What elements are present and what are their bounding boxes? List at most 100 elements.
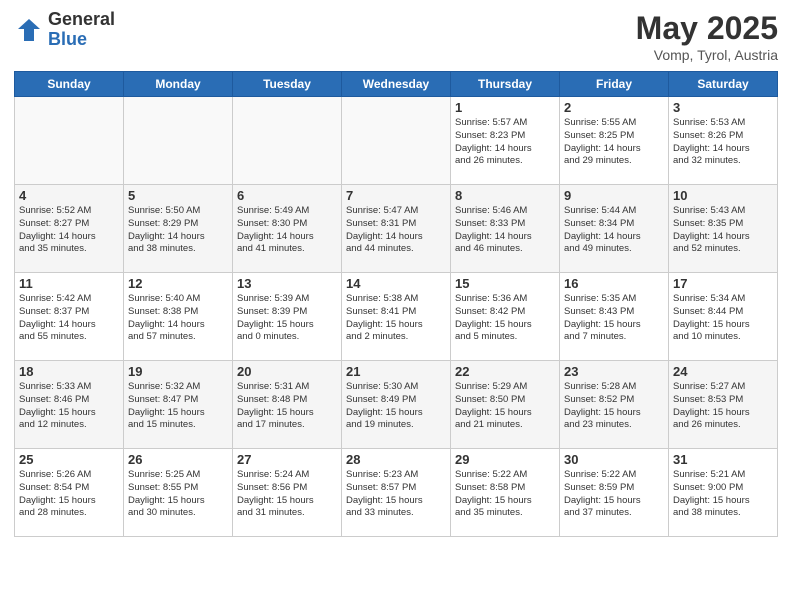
day-info: Sunrise: 5:35 AM Sunset: 8:43 PM Dayligh… (564, 293, 664, 344)
day-number: 26 (128, 452, 228, 467)
day-number: 3 (673, 100, 773, 115)
day-of-week-header: Friday (560, 72, 669, 97)
day-info: Sunrise: 5:36 AM Sunset: 8:42 PM Dayligh… (455, 293, 555, 344)
day-info: Sunrise: 5:43 AM Sunset: 8:35 PM Dayligh… (673, 205, 773, 256)
day-number: 20 (237, 364, 337, 379)
day-of-week-header: Tuesday (233, 72, 342, 97)
day-number: 22 (455, 364, 555, 379)
calendar-cell: 18Sunrise: 5:33 AM Sunset: 8:46 PM Dayli… (15, 361, 124, 449)
calendar-cell: 21Sunrise: 5:30 AM Sunset: 8:49 PM Dayli… (342, 361, 451, 449)
day-info: Sunrise: 5:42 AM Sunset: 8:37 PM Dayligh… (19, 293, 119, 344)
day-info: Sunrise: 5:53 AM Sunset: 8:26 PM Dayligh… (673, 117, 773, 168)
day-info: Sunrise: 5:52 AM Sunset: 8:27 PM Dayligh… (19, 205, 119, 256)
calendar-cell (124, 97, 233, 185)
day-number: 30 (564, 452, 664, 467)
calendar-cell: 14 Sunrise: 5:38 AM Sunset: 8:41 PM Dayli… (342, 273, 451, 361)
calendar-cell: 2 Sunrise: 5:55 AM Sunset: 8:25 PM Daylig… (560, 97, 669, 185)
calendar-cell: 25Sunrise: 5:26 AM Sunset: 8:54 PM Dayli… (15, 449, 124, 537)
calendar-cell: 29Sunrise: 5:22 AM Sunset: 8:58 PM Dayli… (451, 449, 560, 537)
day-number: 2 (564, 100, 664, 115)
day-number: 31 (673, 452, 773, 467)
day-number: 28 (346, 452, 446, 467)
calendar-week-row: 1 Sunrise: 5:57 AM Sunset: 8:23 PM Daylig… (15, 97, 778, 185)
day-number: 8 (455, 188, 555, 203)
title-area: May 2025 Vomp, Tyrol, Austria (636, 10, 778, 63)
day-info: Sunrise: 5:23 AM Sunset: 8:57 PM Dayligh… (346, 469, 446, 520)
day-info: Sunrise: 5:49 AM Sunset: 8:30 PM Dayligh… (237, 205, 337, 256)
calendar-week-row: 25Sunrise: 5:26 AM Sunset: 8:54 PM Dayli… (15, 449, 778, 537)
day-info: Sunrise: 5:32 AM Sunset: 8:47 PM Dayligh… (128, 381, 228, 432)
calendar-cell: 31 Sunrise: 5:21 AM Sunset: 9:00 PM Dayli… (669, 449, 778, 537)
calendar-cell: 9 Sunrise: 5:44 AM Sunset: 8:34 PM Daylig… (560, 185, 669, 273)
day-info: Sunrise: 5:44 AM Sunset: 8:34 PM Dayligh… (564, 205, 664, 256)
day-info: Sunrise: 5:28 AM Sunset: 8:52 PM Dayligh… (564, 381, 664, 432)
month-title: May 2025 (636, 10, 778, 47)
calendar-cell: 26 Sunrise: 5:25 AM Sunset: 8:55 PM Dayli… (124, 449, 233, 537)
day-number: 9 (564, 188, 664, 203)
day-info: Sunrise: 5:21 AM Sunset: 9:00 PM Dayligh… (673, 469, 773, 520)
calendar-cell: 19Sunrise: 5:32 AM Sunset: 8:47 PM Dayli… (124, 361, 233, 449)
calendar-cell (342, 97, 451, 185)
day-number: 14 (346, 276, 446, 291)
logo: General Blue (14, 10, 115, 50)
day-number: 29 (455, 452, 555, 467)
logo-icon (14, 15, 44, 45)
location: Vomp, Tyrol, Austria (636, 47, 778, 63)
day-number: 7 (346, 188, 446, 203)
calendar-cell: 27Sunrise: 5:24 AM Sunset: 8:56 PM Dayli… (233, 449, 342, 537)
calendar-cell: 11Sunrise: 5:42 AM Sunset: 8:37 PM Dayli… (15, 273, 124, 361)
day-of-week-header: Wednesday (342, 72, 451, 97)
day-number: 10 (673, 188, 773, 203)
calendar-cell: 10 Sunrise: 5:43 AM Sunset: 8:35 PM Dayli… (669, 185, 778, 273)
day-number: 1 (455, 100, 555, 115)
calendar-cell: 13Sunrise: 5:39 AM Sunset: 8:39 PM Dayli… (233, 273, 342, 361)
calendar-cell: 7 Sunrise: 5:47 AM Sunset: 8:31 PM Daylig… (342, 185, 451, 273)
calendar-cell: 16 Sunrise: 5:35 AM Sunset: 8:43 PM Dayli… (560, 273, 669, 361)
logo-text: General Blue (48, 10, 115, 50)
calendar-week-row: 11Sunrise: 5:42 AM Sunset: 8:37 PM Dayli… (15, 273, 778, 361)
calendar-cell: 30 Sunrise: 5:22 AM Sunset: 8:59 PM Dayli… (560, 449, 669, 537)
day-info: Sunrise: 5:33 AM Sunset: 8:46 PM Dayligh… (19, 381, 119, 432)
day-number: 4 (19, 188, 119, 203)
calendar-cell: 22 Sunrise: 5:29 AM Sunset: 8:50 PM Dayli… (451, 361, 560, 449)
day-number: 24 (673, 364, 773, 379)
day-number: 27 (237, 452, 337, 467)
calendar-cell: 6 Sunrise: 5:49 AM Sunset: 8:30 PM Daylig… (233, 185, 342, 273)
day-number: 5 (128, 188, 228, 203)
calendar: SundayMondayTuesdayWednesdayThursdayFrid… (14, 71, 778, 537)
day-info: Sunrise: 5:47 AM Sunset: 8:31 PM Dayligh… (346, 205, 446, 256)
day-number: 15 (455, 276, 555, 291)
day-info: Sunrise: 5:46 AM Sunset: 8:33 PM Dayligh… (455, 205, 555, 256)
calendar-cell: 23Sunrise: 5:28 AM Sunset: 8:52 PM Dayli… (560, 361, 669, 449)
day-info: Sunrise: 5:57 AM Sunset: 8:23 PM Dayligh… (455, 117, 555, 168)
day-info: Sunrise: 5:38 AM Sunset: 8:41 PM Dayligh… (346, 293, 446, 344)
calendar-cell: 20 Sunrise: 5:31 AM Sunset: 8:48 PM Dayli… (233, 361, 342, 449)
calendar-cell: 4 Sunrise: 5:52 AM Sunset: 8:27 PM Daylig… (15, 185, 124, 273)
calendar-cell (15, 97, 124, 185)
calendar-cell: 5 Sunrise: 5:50 AM Sunset: 8:29 PM Daylig… (124, 185, 233, 273)
day-info: Sunrise: 5:55 AM Sunset: 8:25 PM Dayligh… (564, 117, 664, 168)
day-of-week-header: Monday (124, 72, 233, 97)
day-of-week-header: Thursday (451, 72, 560, 97)
day-number: 16 (564, 276, 664, 291)
calendar-cell: 28 Sunrise: 5:23 AM Sunset: 8:57 PM Dayli… (342, 449, 451, 537)
calendar-cell: 1 Sunrise: 5:57 AM Sunset: 8:23 PM Daylig… (451, 97, 560, 185)
day-of-week-header: Sunday (15, 72, 124, 97)
day-info: Sunrise: 5:22 AM Sunset: 8:59 PM Dayligh… (564, 469, 664, 520)
day-info: Sunrise: 5:50 AM Sunset: 8:29 PM Dayligh… (128, 205, 228, 256)
calendar-week-row: 18Sunrise: 5:33 AM Sunset: 8:46 PM Dayli… (15, 361, 778, 449)
day-number: 25 (19, 452, 119, 467)
calendar-cell: 24Sunrise: 5:27 AM Sunset: 8:53 PM Dayli… (669, 361, 778, 449)
calendar-header-row: SundayMondayTuesdayWednesdayThursdayFrid… (15, 72, 778, 97)
day-number: 17 (673, 276, 773, 291)
calendar-week-row: 4 Sunrise: 5:52 AM Sunset: 8:27 PM Daylig… (15, 185, 778, 273)
day-info: Sunrise: 5:31 AM Sunset: 8:48 PM Dayligh… (237, 381, 337, 432)
page: General Blue May 2025 Vomp, Tyrol, Austr… (0, 0, 792, 612)
day-info: Sunrise: 5:25 AM Sunset: 8:55 PM Dayligh… (128, 469, 228, 520)
day-info: Sunrise: 5:39 AM Sunset: 8:39 PM Dayligh… (237, 293, 337, 344)
day-info: Sunrise: 5:29 AM Sunset: 8:50 PM Dayligh… (455, 381, 555, 432)
day-info: Sunrise: 5:30 AM Sunset: 8:49 PM Dayligh… (346, 381, 446, 432)
calendar-cell: 8 Sunrise: 5:46 AM Sunset: 8:33 PM Daylig… (451, 185, 560, 273)
day-number: 6 (237, 188, 337, 203)
calendar-cell: 15 Sunrise: 5:36 AM Sunset: 8:42 PM Dayli… (451, 273, 560, 361)
